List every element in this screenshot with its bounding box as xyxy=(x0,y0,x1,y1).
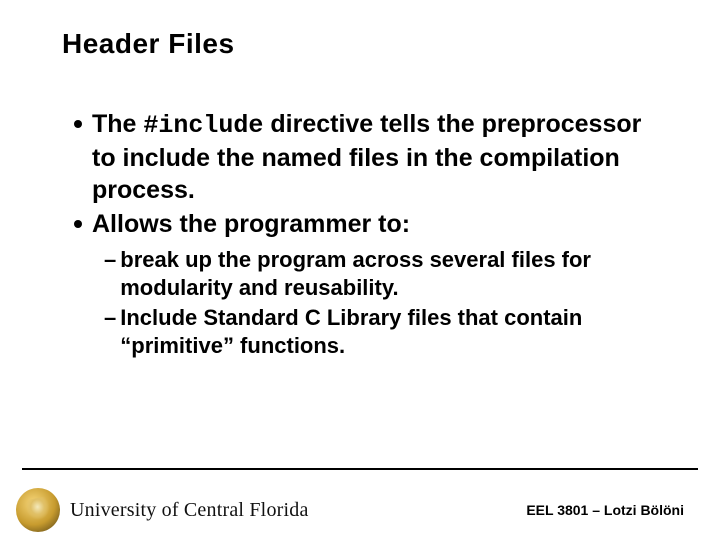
university-name: University of Central Florida xyxy=(70,499,309,522)
sub-list: – break up the program across several fi… xyxy=(104,246,670,361)
ucf-logo: University of Central Florida xyxy=(16,488,309,532)
bullet-icon xyxy=(74,120,82,128)
bullet-text: The #include directive tells the preproc… xyxy=(92,108,670,206)
sub-item: – Include Standard C Library files that … xyxy=(104,304,670,360)
dash-icon: – xyxy=(104,304,116,332)
bullet-icon xyxy=(74,220,82,228)
slide-body: The #include directive tells the preproc… xyxy=(74,108,670,363)
course-label: EEL 3801 – Lotzi Bölöni xyxy=(526,502,684,518)
slide-footer: University of Central Florida EEL 3801 –… xyxy=(0,468,720,540)
divider xyxy=(22,468,698,470)
bullet-item: The #include directive tells the preproc… xyxy=(74,108,670,206)
bullet-pre: The xyxy=(92,110,143,138)
pegasus-seal-icon xyxy=(16,488,60,532)
sub-text: break up the program across several file… xyxy=(120,246,670,302)
bullet-item: Allows the programmer to: xyxy=(74,208,670,240)
slide-title: Header Files xyxy=(62,28,235,60)
dash-icon: – xyxy=(104,246,116,274)
sub-text: Include Standard C Library files that co… xyxy=(120,304,670,360)
sub-item: – break up the program across several fi… xyxy=(104,246,670,302)
code-span: #include xyxy=(143,111,263,140)
bullet-text: Allows the programmer to: xyxy=(92,208,410,240)
